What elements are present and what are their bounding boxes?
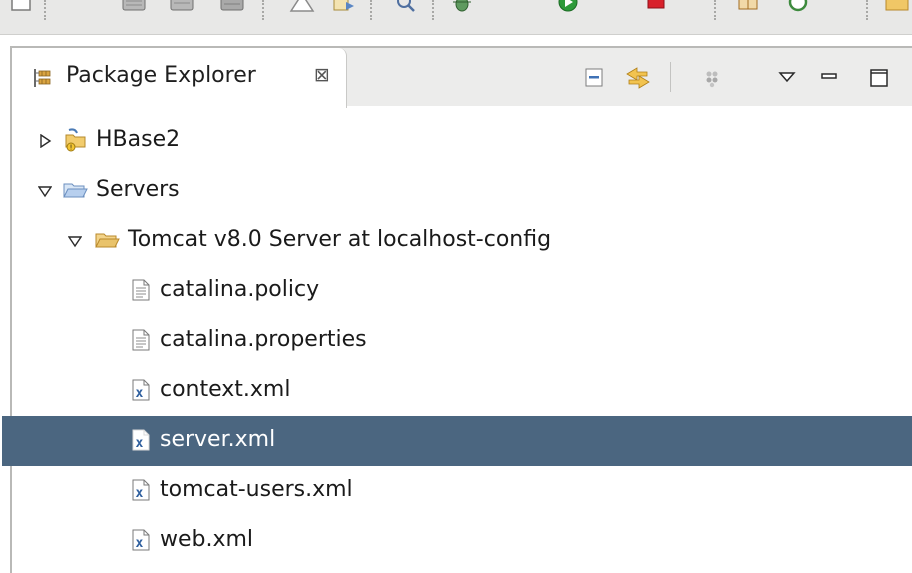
header-separator: [670, 62, 671, 92]
open-type-icon[interactable]: [330, 0, 358, 14]
tab-label: Package Explorer: [66, 63, 256, 88]
tree-item-server-xml[interactable]: x server.xml: [2, 416, 912, 466]
tree-item-tomcat-users-xml[interactable]: x tomcat-users.xml: [2, 466, 912, 516]
toolbar-separator: [432, 0, 434, 20]
new-class-icon[interactable]: [784, 0, 812, 14]
tree-item-label: Servers: [96, 177, 180, 202]
tree-item-label: tomcat-users.xml: [160, 477, 353, 502]
text-file-icon: [128, 327, 154, 353]
open-folder-icon: [94, 227, 120, 253]
tree-item-servers[interactable]: Servers: [2, 166, 912, 216]
main-toolbar: [0, 0, 912, 35]
tree-item-context-xml[interactable]: x context.xml: [2, 366, 912, 416]
view-header: Package Explorer ⊠: [12, 48, 912, 108]
svg-text:x: x: [136, 436, 144, 451]
open-folder-icon: [62, 177, 88, 203]
tree-item-catalina-policy[interactable]: catalina.policy: [2, 266, 912, 316]
maximize-icon[interactable]: [868, 66, 892, 90]
tab-package-explorer[interactable]: Package Explorer ⊠: [12, 48, 347, 108]
view-menu-chevron-down-icon[interactable]: [776, 66, 800, 90]
tree-item-label: HBase2: [96, 127, 181, 152]
tree-item-label: server.xml: [160, 427, 276, 452]
package-explorer-view: Package Explorer ⊠ ! HBase2 Servers Tomc…: [2, 46, 912, 573]
svg-text:x: x: [136, 486, 144, 501]
tree-item-catalina-properties[interactable]: catalina.properties: [2, 316, 912, 366]
collapse-all-icon[interactable]: [583, 66, 607, 90]
tree-item-hbase2[interactable]: ! HBase2: [2, 116, 912, 166]
toolbar-separator: [866, 0, 868, 20]
run-icon[interactable]: [554, 0, 582, 14]
server-icon[interactable]: [120, 0, 150, 14]
tree-item-label: context.xml: [160, 377, 291, 402]
chevron-right-icon[interactable]: [38, 133, 52, 149]
svg-text:!: !: [70, 144, 73, 152]
tree-item-label: catalina.policy: [160, 277, 320, 302]
toolbar-separator: [262, 0, 264, 20]
server-start-icon[interactable]: [168, 0, 198, 14]
close-icon[interactable]: ⊠: [314, 66, 330, 85]
tree-item-label: web.xml: [160, 527, 254, 552]
link-with-editor-icon[interactable]: [625, 66, 650, 90]
xml-file-icon: x: [128, 527, 154, 553]
text-file-icon: [128, 277, 154, 303]
toolbar-separator: [714, 0, 716, 20]
server-stop-icon[interactable]: [218, 0, 248, 14]
tree-item-tomcat-config[interactable]: Tomcat v8.0 Server at localhost-config: [2, 216, 912, 266]
tree-item-label: Tomcat v8.0 Server at localhost-config: [128, 227, 552, 252]
search-icon[interactable]: [392, 0, 420, 14]
chevron-down-icon[interactable]: [37, 183, 53, 198]
ide-window: Package Explorer ⊠ ! HBase2 Servers Tomc…: [0, 0, 912, 573]
minimize-icon[interactable]: [818, 66, 842, 90]
toolbar-separator: [44, 0, 46, 20]
focus-active-task-icon[interactable]: [700, 66, 724, 90]
open-folder-icon[interactable]: [882, 0, 910, 14]
warning-icon[interactable]: [288, 0, 316, 14]
xml-file-icon: x: [128, 477, 154, 503]
new-icon[interactable]: [8, 0, 36, 14]
xml-file-icon: x: [128, 427, 154, 453]
debug-icon[interactable]: [448, 0, 476, 14]
tree-item-label: catalina.properties: [160, 327, 367, 352]
tree-item-web-xml[interactable]: x web.xml: [2, 516, 912, 566]
chevron-down-icon[interactable]: [67, 233, 83, 248]
external-tools-icon[interactable]: [642, 0, 670, 14]
svg-text:x: x: [136, 386, 144, 401]
package-explorer-icon: [32, 67, 54, 89]
toolbar-separator: [370, 0, 372, 20]
svg-text:x: x: [136, 536, 144, 551]
new-java-project-icon[interactable]: [734, 0, 762, 14]
java-project-icon: !: [62, 127, 88, 153]
xml-file-icon: x: [128, 377, 154, 403]
